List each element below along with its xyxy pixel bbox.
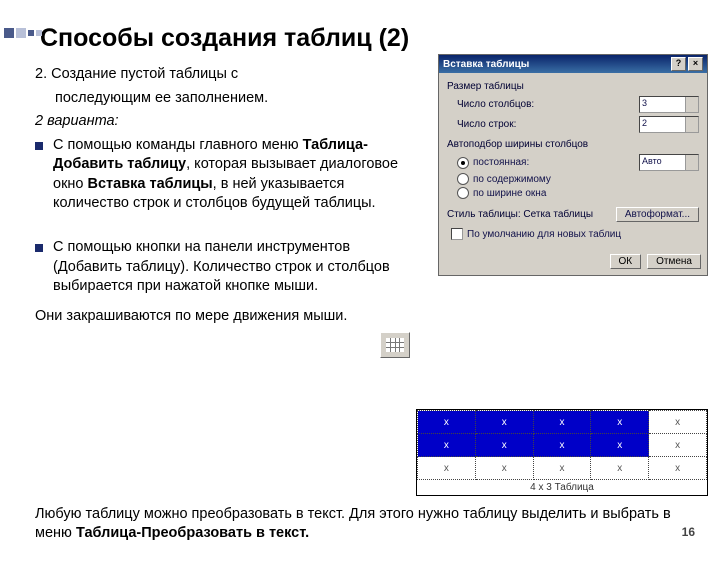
- bullet-item-1: С помощью команды главного меню Таблица-…: [35, 136, 415, 214]
- radio-icon: [457, 187, 469, 199]
- grid-cell[interactable]: x: [649, 411, 707, 434]
- grid-cell[interactable]: x: [591, 411, 649, 434]
- size-group-label: Размер таблицы: [447, 81, 699, 92]
- grid-cell[interactable]: x: [533, 457, 591, 480]
- grid-cell[interactable]: x: [418, 434, 476, 457]
- grid-cell[interactable]: x: [533, 434, 591, 457]
- radio-fixed[interactable]: постоянная:: [457, 157, 529, 169]
- table-grid-icon: [386, 338, 404, 352]
- grid-cell[interactable]: x: [475, 434, 533, 457]
- autofit-group-label: Автоподбор ширины столбцов: [447, 139, 699, 150]
- rows-label: Число строк:: [457, 119, 516, 130]
- radio-content[interactable]: по содержимому: [457, 173, 699, 185]
- radio-icon: [457, 157, 469, 169]
- intro-line-1: 2. Создание пустой таблицы с: [35, 65, 415, 85]
- bullet-2-tail: Они закрашиваются по мере движения мыши.: [35, 307, 415, 327]
- variants-label: 2 варианта:: [35, 112, 415, 132]
- footer-note: Любую таблицу можно преобразовать в текс…: [35, 505, 685, 544]
- bullet-1-text: С помощью команды главного меню Таблица-…: [53, 136, 415, 214]
- intro-line-2: последующим ее заполнением.: [55, 89, 415, 109]
- grid-cell[interactable]: x: [475, 457, 533, 480]
- grid-cell[interactable]: x: [533, 411, 591, 434]
- close-icon[interactable]: ×: [688, 57, 703, 71]
- dialog-titlebar: Вставка таблицы ? ×: [439, 55, 707, 73]
- help-icon[interactable]: ?: [671, 57, 686, 71]
- remember-label: По умолчанию для новых таблиц: [467, 229, 621, 240]
- style-label: Стиль таблицы: Сетка таблицы: [447, 209, 593, 220]
- insert-table-dialog: Вставка таблицы ? × Размер таблицы Число…: [438, 54, 708, 276]
- cancel-button[interactable]: Отмена: [647, 254, 701, 269]
- picker-caption: 4 x 3 Таблица: [417, 480, 707, 495]
- autoformat-button[interactable]: Автоформат...: [616, 207, 699, 222]
- grid-cell[interactable]: x: [418, 411, 476, 434]
- picker-grid[interactable]: x x x x x x x x x x x x x x x: [417, 410, 707, 480]
- insert-table-toolbar-button[interactable]: [380, 332, 410, 358]
- page-number: 16: [682, 525, 695, 539]
- grid-cell[interactable]: x: [649, 434, 707, 457]
- radio-window[interactable]: по ширине окна: [457, 187, 699, 199]
- dialog-title: Вставка таблицы: [443, 59, 529, 70]
- rows-spinner[interactable]: 2: [639, 116, 699, 133]
- radio-icon: [457, 173, 469, 185]
- ok-button[interactable]: ОК: [610, 254, 642, 269]
- grid-cell[interactable]: x: [418, 457, 476, 480]
- grid-cell[interactable]: x: [649, 457, 707, 480]
- fixed-width-dropdown[interactable]: Авто: [639, 154, 699, 171]
- cols-spinner[interactable]: 3: [639, 96, 699, 113]
- grid-cell[interactable]: x: [591, 434, 649, 457]
- content-column: 2. Создание пустой таблицы с последующим…: [35, 65, 415, 326]
- bullet-square-icon: [35, 142, 43, 150]
- bullet-item-2: С помощью кнопки на панели инструментов …: [35, 238, 415, 297]
- slide-title: Способы создания таблиц (2): [40, 24, 720, 53]
- remember-checkbox[interactable]: [451, 228, 463, 240]
- cols-label: Число столбцов:: [457, 99, 534, 110]
- grid-cell[interactable]: x: [475, 411, 533, 434]
- bullet-2-text: С помощью кнопки на панели инструментов …: [53, 238, 415, 297]
- grid-cell[interactable]: x: [591, 457, 649, 480]
- table-size-picker[interactable]: x x x x x x x x x x x x x x x 4 x 3 Табл…: [416, 409, 708, 496]
- slide-decoration: [0, 24, 46, 42]
- bullet-square-icon: [35, 244, 43, 252]
